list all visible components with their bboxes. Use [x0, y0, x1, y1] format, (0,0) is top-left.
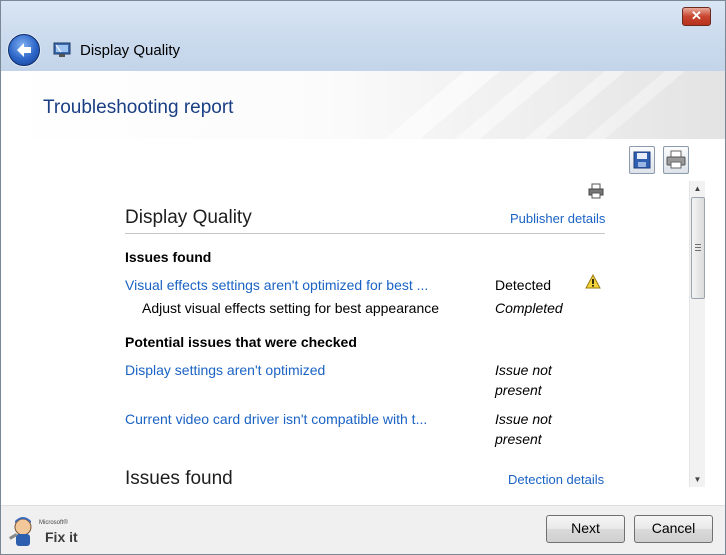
window-title: Display Quality [80, 42, 181, 59]
scroll-down-arrow-icon[interactable]: ▼ [690, 472, 705, 487]
grip-icon [695, 244, 701, 252]
print-button[interactable] [663, 146, 689, 174]
save-icon [633, 151, 651, 169]
report-content [1, 139, 725, 505]
back-arrow-icon [17, 43, 31, 57]
checked-status-line2: present [495, 382, 542, 398]
cancel-button[interactable]: Cancel [634, 515, 713, 543]
checked-issue-link-display-settings[interactable]: Display settings aren't optimized [125, 362, 325, 378]
troubleshooter-window: ✕ Display Quality Troubleshooting report [0, 0, 726, 555]
save-button[interactable] [629, 146, 655, 174]
vertical-scrollbar[interactable]: ▲ ▼ [689, 181, 705, 487]
title-bar: ✕ Display Quality [1, 1, 725, 71]
issue-link-visual-effects[interactable]: Visual effects settings aren't optimized… [125, 277, 428, 293]
print-report-icon[interactable] [587, 182, 605, 200]
warning-icon [585, 274, 601, 289]
publisher-details-link[interactable]: Publisher details [510, 211, 605, 226]
next-button[interactable]: Next [546, 515, 625, 543]
detection-details-link[interactable]: Detection details [508, 472, 604, 487]
banner-decoration [385, 71, 685, 139]
resolution-text: Adjust visual effects setting for best a… [142, 300, 440, 316]
issue-status: Detected [495, 277, 552, 293]
close-button[interactable]: ✕ [682, 7, 711, 26]
checked-status-line1: Issue not [495, 362, 552, 378]
checked-status-line2: present [495, 431, 542, 447]
scroll-up-arrow-icon[interactable]: ▲ [690, 181, 705, 196]
scrollbar-thumb[interactable] [691, 197, 705, 299]
potential-issues-heading: Potential issues that were checked [125, 334, 357, 350]
back-button[interactable] [8, 34, 40, 66]
issues-found-heading: Issues found [125, 249, 212, 265]
logo-small-text: Microsoft® [39, 520, 68, 526]
issues-found-section-heading: Issues found [125, 468, 233, 489]
logo-text: Fix it [45, 529, 78, 545]
heading-divider [125, 233, 605, 234]
printer-icon [666, 150, 686, 169]
display-icon [53, 42, 71, 57]
report-heading: Display Quality [125, 207, 252, 228]
checked-status-line1: Issue not [495, 411, 552, 427]
resolution-status: Completed [495, 300, 563, 316]
page-title: Troubleshooting report [43, 97, 234, 118]
checked-issue-link-video-driver[interactable]: Current video card driver isn't compatib… [125, 411, 427, 427]
